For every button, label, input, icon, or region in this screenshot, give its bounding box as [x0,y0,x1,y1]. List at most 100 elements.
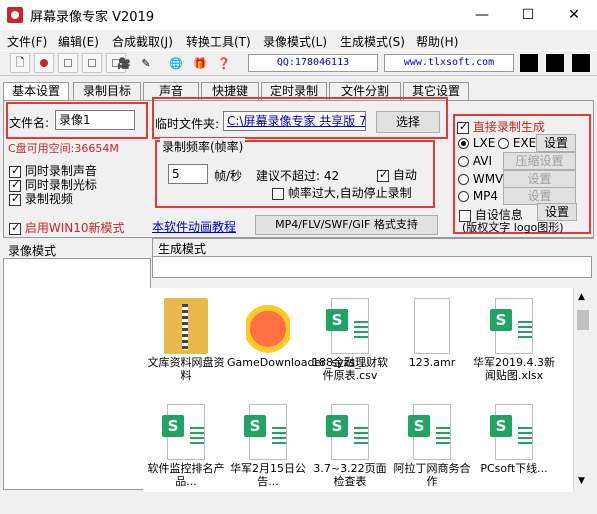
stop-icon[interactable] [58,53,78,73]
avi-label: AVI [472,154,493,168]
wmv-settings-button[interactable]: 设置 [503,170,576,188]
temp-folder-label: 临时文件夹: [155,117,220,131]
menu-generate-mode[interactable]: 生成模式(S) [340,33,405,50]
video-option[interactable]: 录制视频 [9,190,73,207]
browse-button[interactable]: 选择 [376,111,440,133]
exe-settings-button[interactable]: 设置 [536,134,576,152]
mp4-option[interactable]: MP4 [458,189,498,203]
spreadsheet-icon: S [490,298,533,354]
auto-fps-option[interactable]: 自动 [377,166,417,183]
minimize-button[interactable]: — [459,0,505,30]
menu-bar: 文件(F) 编辑(E) 合成截取(J) 转换工具(T) 录像模式(L) 生成模式… [0,30,597,50]
title-bar: 屏幕录像专家 V2019 — ☐ ✕ [0,0,597,30]
menu-edit[interactable]: 编辑(E) [58,33,99,50]
avi-option[interactable]: AVI [458,154,492,168]
file-name: 3.7~3.22页面检查表 [313,462,387,488]
file-name: GameDownloader_syzs_... [227,356,371,369]
file-name: 188金融理财软件原表.csv [312,356,388,382]
mp4-radio[interactable] [458,191,469,202]
lxe-option[interactable]: LXE [458,136,495,150]
copyright-note: (版权文字 logo图形) [462,221,564,234]
gen-mode-header: 生成模式 [152,238,594,256]
file-name: 阿拉丁网商务合作 [393,462,471,488]
file-item[interactable]: GameDownloader_syzs_... [227,292,371,392]
lxe-radio[interactable] [458,138,469,149]
gift-icon[interactable]: 🎁 [190,53,210,73]
compress-settings-button[interactable]: 压缩设置 [503,152,576,170]
file-item[interactable]: S 软件监控排名产品... [145,398,227,492]
lxe-label: LXE [472,136,496,150]
video-checkbox[interactable] [9,192,21,206]
file-item[interactable]: S 188金融理财软件原表.csv [309,292,391,392]
file-item[interactable]: 123.amr [391,292,473,392]
direct-record-label: 直接录制生成 [472,120,545,134]
win10-checkbox[interactable] [9,221,21,235]
auto-stop-checkbox[interactable] [272,187,284,200]
gen-mode-title: 生成模式 [158,242,207,256]
auto-fps-checkbox[interactable] [377,168,389,182]
exe-radio[interactable] [498,138,509,149]
black-square-3 [572,54,590,72]
spreadsheet-icon: S [326,404,369,460]
camera-icon[interactable]: 🎥 [114,53,134,73]
window-title: 屏幕录像专家 V2019 [30,10,155,25]
menu-file[interactable]: 文件(F) [7,33,47,50]
fps-input[interactable]: 5 [168,164,208,184]
desktop-file-view: 文库资料网盘资料 GameDownloader_syzs_... S 188金融… [143,288,573,492]
framerate-group-title: 录制频率(帧率) [160,138,246,155]
wmv-label: WMV [472,172,504,186]
exe-label: EXE [512,136,537,150]
file-item[interactable]: S 3.7~3.22页面检查表 [309,398,391,492]
new-file-icon[interactable]: 🗋 [10,53,30,73]
direct-record-checkbox[interactable] [457,120,469,134]
spreadsheet-icon: S [326,298,369,354]
menu-compose[interactable]: 合成截取(J) [112,33,173,50]
file-item[interactable]: S PCsoft下线... [473,398,555,492]
scroll-thumb[interactable] [577,310,589,330]
avi-radio[interactable] [458,156,469,167]
file-name: 文库资料网盘资料 [147,356,225,382]
file-item[interactable]: S 阿拉丁网商务合作 [391,398,473,492]
qq-field: QQ:178046113 [248,54,378,72]
close-button[interactable]: ✕ [551,0,597,30]
direct-record-option[interactable]: 直接录制生成 [457,118,545,135]
spreadsheet-icon: S [244,404,287,460]
fps-unit: 帧/秒 [214,169,243,183]
menu-record-mode[interactable]: 录像模式(L) [263,33,327,50]
website-field[interactable]: www.tlxsoft.com [384,54,514,72]
wmv-radio[interactable] [458,174,469,185]
file-name: 软件监控排名产品... [147,462,225,488]
vertical-scrollbar[interactable]: ▲ ▼ [573,288,592,492]
globe-icon[interactable]: 🌐 [166,53,186,73]
maximize-button[interactable]: ☐ [505,0,551,30]
win10-option[interactable]: 启用WIN10新模式 [9,219,124,236]
file-item[interactable]: 文库资料网盘资料 [145,292,227,392]
file-item[interactable]: S 华军2019.4.3新闻贴图.xlsx [473,292,555,392]
exe-option[interactable]: EXE [498,136,536,150]
wmv-option[interactable]: WMV [458,172,503,186]
tab-target[interactable]: 录制目标 [73,82,141,100]
win10-label: 启用WIN10新模式 [24,221,125,235]
tab-basic[interactable]: 基本设置 [3,82,69,101]
scroll-up-icon[interactable]: ▲ [578,292,585,302]
app-icon [7,7,23,23]
help-icon[interactable]: ❓ [214,53,234,73]
auto-stop-option[interactable]: 帧率过大,自动停止录制 [272,184,412,201]
black-square-1 [520,54,538,72]
pause-icon[interactable] [82,53,102,73]
temp-folder-input[interactable]: C:\屏幕录像专家 共享版 7 [223,111,366,131]
tutorial-link[interactable]: 本软件动画教程 [152,218,236,235]
brush-icon[interactable]: ✎ [136,53,156,73]
file-item[interactable]: S 华军2月15日公告... [227,398,309,492]
filename-input[interactable]: 录像1 [55,110,135,130]
format-support-button[interactable]: MP4/FLV/SWF/GIF 格式支持 [255,215,438,235]
record-icon[interactable] [34,53,54,73]
menu-help[interactable]: 帮助(H) [416,33,458,50]
gen-mode-list[interactable] [152,256,592,278]
file-name: 华军2019.4.3新闻贴图.xlsx [473,356,555,382]
record-mode-list[interactable] [3,258,151,490]
scroll-down-icon[interactable]: ▼ [578,476,585,486]
toolbar: 🗋 🎥 ✎ 🌐 🎁 ❓ QQ:178046113 www.tlxsoft.com [0,50,597,76]
disk-space: C盘可用空间:36654M [8,142,119,155]
menu-convert[interactable]: 转换工具(T) [186,33,251,50]
